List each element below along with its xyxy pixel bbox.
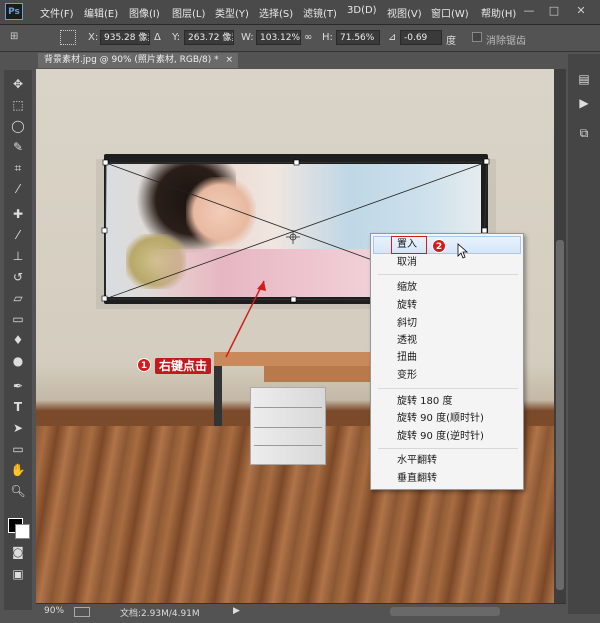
transform-handle <box>101 227 108 234</box>
w-label: W: <box>241 32 254 43</box>
marquee-icon[interactable]: ⬚ <box>9 97 27 113</box>
menu-separator <box>378 388 518 389</box>
menu-image[interactable]: 图像(I) <box>129 5 160 20</box>
close-button[interactable]: ✕ <box>570 4 592 18</box>
menu-layer[interactable]: 图层(L) <box>172 5 205 20</box>
clone-stamp-icon[interactable]: ⊥ <box>9 248 27 264</box>
quick-select-icon[interactable]: ✎ <box>9 139 27 155</box>
transform-handle <box>483 158 490 165</box>
horizontal-scroll-thumb[interactable] <box>390 607 500 616</box>
quick-mask-icon[interactable]: ◙ <box>9 544 27 560</box>
layers-panel-icon[interactable]: ⧉ <box>574 124 594 142</box>
menu-select[interactable]: 选择(S) <box>259 5 293 20</box>
antialias-label: 消除锯齿 <box>486 36 526 47</box>
menu-item-flip-horizontal[interactable]: 水平翻转 <box>397 453 437 469</box>
menu-item-flip-vertical[interactable]: 垂直翻转 <box>397 471 437 487</box>
width-field[interactable]: 103.12% <box>256 30 301 45</box>
transform-handle <box>101 295 108 302</box>
vertical-scroll-thumb[interactable] <box>556 240 564 590</box>
link-icon[interactable]: ∞ <box>304 32 312 43</box>
gradient-icon[interactable]: ▭ <box>9 311 27 327</box>
mouse-cursor-icon <box>457 243 469 259</box>
menu-item-rotate[interactable]: 旋转 <box>397 298 417 314</box>
rectangle-shape-icon[interactable]: ▭ <box>9 441 27 457</box>
y-field[interactable]: 263.72 像素 <box>184 30 234 45</box>
height-field[interactable]: 71.56% <box>336 30 380 45</box>
document-tab[interactable]: 背景素材.jpg @ 90% (照片素材, RGB/8) * × <box>38 53 238 68</box>
brush-icon[interactable]: ⁄ <box>9 227 27 243</box>
menu-window[interactable]: 窗口(W) <box>431 5 469 20</box>
reference-point-icon[interactable] <box>60 30 76 45</box>
menu-item-warp[interactable]: 变形 <box>397 368 417 384</box>
context-menu <box>370 233 524 490</box>
status-info-icon[interactable] <box>74 607 90 617</box>
status-menu-arrow-icon[interactable]: ▶ <box>233 606 240 616</box>
angle-unit: 度 <box>446 36 456 47</box>
menu-item-distort[interactable]: 扭曲 <box>397 350 417 366</box>
x-label: X: <box>88 32 99 43</box>
highlight-red-box <box>391 236 427 254</box>
actions-play-icon[interactable]: ▶ <box>574 94 594 112</box>
angle-field[interactable]: -0.69 <box>400 30 442 45</box>
x-field[interactable]: 935.28 像素 <box>100 30 150 45</box>
annotation-arrow <box>225 280 265 358</box>
y-label: Y: <box>172 32 181 43</box>
menu-item-rotate-180[interactable]: 旋转 180 度 <box>397 394 452 410</box>
menu-item-rotate-90-ccw[interactable]: 旋转 90 度(逆时针) <box>397 429 484 445</box>
step-badge-2: 2 <box>432 239 446 253</box>
hand-icon[interactable]: ✋ <box>9 462 27 478</box>
menu-separator <box>378 448 518 449</box>
eyedropper-icon[interactable]: ⁄ <box>9 181 27 197</box>
dodge-icon[interactable]: ● <box>9 353 27 369</box>
menu-item-rotate-90-cw[interactable]: 旋转 90 度(顺时针) <box>397 411 484 427</box>
callout-right-click: 右键点击 <box>155 358 212 374</box>
type-icon[interactable]: T <box>9 399 27 415</box>
lasso-icon[interactable]: ◯ <box>9 118 27 134</box>
crop-icon[interactable]: ⌗ <box>9 160 27 176</box>
menu-edit[interactable]: 编辑(E) <box>84 5 118 20</box>
h-label: H: <box>322 32 333 43</box>
background-color-swatch[interactable] <box>15 524 30 539</box>
zoom-level[interactable]: 90% <box>44 606 64 616</box>
history-brush-icon[interactable]: ↺ <box>9 269 27 285</box>
photoshop-logo: Ps <box>5 3 23 20</box>
menu-item-cancel[interactable]: 取消 <box>397 255 417 271</box>
path-select-icon[interactable]: ➤ <box>9 420 27 436</box>
menu-item-perspective[interactable]: 透视 <box>397 333 417 349</box>
menu-type[interactable]: 类型(Y) <box>215 5 249 20</box>
healing-brush-icon[interactable]: ✚ <box>9 206 27 222</box>
screen-mode-icon[interactable]: ▣ <box>9 566 27 582</box>
angle-icon: ⊿ <box>388 32 397 43</box>
menu-separator <box>378 274 518 275</box>
document-tab-title: 背景素材.jpg @ 90% (照片素材, RGB/8) * <box>44 55 219 65</box>
transform-center-point <box>286 230 300 244</box>
menu-file[interactable]: 文件(F) <box>40 5 74 20</box>
tab-close-icon[interactable]: × <box>226 55 234 65</box>
minimize-button[interactable]: — <box>520 4 538 18</box>
step-badge-1: 1 <box>137 358 151 372</box>
transform-handle <box>102 159 109 166</box>
history-panel-icon[interactable]: ▤ <box>574 70 594 88</box>
pen-icon[interactable]: ✒ <box>9 378 27 394</box>
annotation-arrowhead <box>257 281 266 291</box>
menu-item-scale[interactable]: 缩放 <box>397 280 417 296</box>
transform-handle <box>290 296 297 303</box>
zoom-icon[interactable]: 🔍︎ <box>9 483 27 499</box>
menu-3d[interactable]: 3D(D) <box>347 5 377 16</box>
menu-help[interactable]: 帮助(H) <box>481 5 516 20</box>
blur-icon[interactable]: ♦ <box>9 332 27 348</box>
transform-handle <box>293 159 300 166</box>
menu-item-skew[interactable]: 斜切 <box>397 316 417 332</box>
menu-view[interactable]: 视图(V) <box>387 5 422 20</box>
document-size: 文档:2.93M/4.91M <box>120 609 200 619</box>
menu-filter[interactable]: 滤镜(T) <box>303 5 337 20</box>
move-icon[interactable]: ✥ <box>9 76 27 92</box>
transform-icon[interactable]: ⊞ <box>10 31 24 43</box>
delta-icon[interactable]: Δ <box>154 32 161 43</box>
maximize-button[interactable]: □ <box>545 4 563 18</box>
antialias-checkbox[interactable] <box>472 32 482 42</box>
eraser-icon[interactable]: ▱ <box>9 290 27 306</box>
